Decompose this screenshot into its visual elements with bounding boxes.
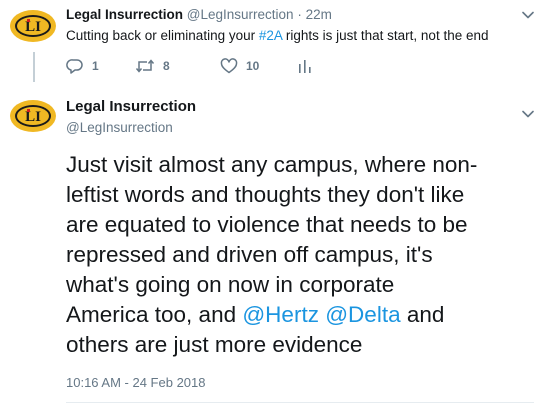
retweet-count: 8: [163, 59, 170, 73]
avatar[interactable]: LI: [10, 3, 56, 49]
reply-button[interactable]: 1: [66, 58, 99, 74]
tweet-timestamp[interactable]: 10:16 AM - 24 Feb 2018: [66, 375, 205, 390]
reply-icon: [66, 59, 83, 74]
tweet-text-segment: America too, and: [66, 302, 243, 327]
heart-icon: [220, 58, 238, 74]
legal-insurrection-logo: LI: [10, 93, 56, 139]
tweet-text-line: America too, and @Hertz @Delta and: [66, 300, 544, 330]
legal-insurrection-logo: LI: [10, 3, 56, 49]
avatar[interactable]: LI: [10, 93, 56, 139]
tweet-text-segment: and: [400, 302, 445, 327]
tweet-text: Cutting back or eliminating your #2A rig…: [66, 28, 488, 43]
author-handle[interactable]: @LegInsurrection: [187, 7, 294, 22]
chevron-down-icon[interactable]: [522, 110, 534, 118]
thread-connector-line: [33, 52, 35, 82]
chevron-down-icon[interactable]: [522, 11, 534, 19]
bar-chart-icon: [299, 60, 311, 73]
retweet-icon: [135, 59, 155, 73]
tweet-text-line: Just visit almost any campus, where non-: [66, 152, 478, 177]
tweet-text-line: others are just more evidence: [66, 332, 363, 357]
like-count: 10: [246, 59, 260, 73]
author-handle[interactable]: @LegInsurrection: [66, 120, 173, 135]
mention-link-delta[interactable]: @Delta: [325, 302, 400, 327]
reply-count: 1: [92, 59, 99, 73]
author-name[interactable]: Legal Insurrection: [66, 98, 196, 115]
separator-dot: ·: [297, 7, 302, 22]
like-button[interactable]: 10: [220, 58, 259, 74]
tweet-header: Legal Insurrection @LegInsurrection · 22…: [66, 7, 332, 22]
tweet-text-line: repressed and driven off campus, it's: [66, 242, 433, 267]
tweet-text: Just visit almost any campus, where non-…: [66, 150, 544, 360]
hashtag-link[interactable]: #2A: [259, 28, 282, 43]
mention-link-hertz[interactable]: @Hertz: [242, 302, 319, 327]
author-name[interactable]: Legal Insurrection: [66, 7, 183, 22]
divider: [66, 402, 534, 403]
tweet-text-line: what's going on now in corporate: [66, 272, 395, 297]
tweet-text-line: are equated to violence that needs to be: [66, 212, 468, 237]
tweet-text-segment: Cutting back or eliminating your: [66, 28, 259, 43]
analytics-button[interactable]: [298, 58, 312, 74]
tweet-text-segment: rights is just that start, not the end: [282, 28, 489, 43]
tweet-time[interactable]: 22m: [306, 7, 332, 22]
tweet-text-line: leftist words and thoughts they don't li…: [66, 182, 465, 207]
retweet-button[interactable]: 8: [135, 58, 170, 74]
